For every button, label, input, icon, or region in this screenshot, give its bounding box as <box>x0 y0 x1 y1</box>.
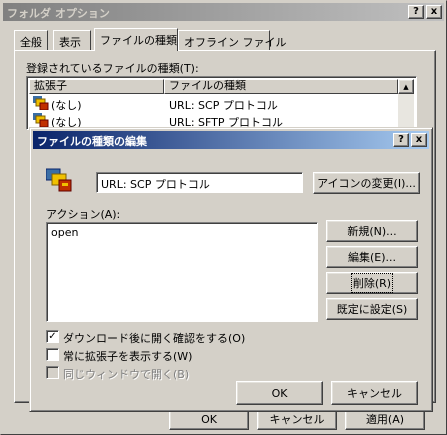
change-icon-button[interactable]: アイコンの変更(I)... <box>313 172 420 194</box>
dialog-help-glyph: ? <box>398 134 404 145</box>
edit-action-button[interactable]: 編集(E)... <box>326 246 418 268</box>
always-show-extension-checkbox[interactable] <box>46 348 59 361</box>
main-ok-label: OK <box>201 412 217 426</box>
actions-label: アクション(A): <box>46 208 121 221</box>
confirm-open-label[interactable]: ダウンロード後に開く確認をする(O) <box>63 330 245 346</box>
tab-general[interactable]: 全般 <box>14 30 48 50</box>
column-extension-label: 拡張子 <box>34 79 67 92</box>
column-header-extension[interactable]: 拡張子 <box>29 79 164 94</box>
tab-file-types[interactable]: ファイルの種類 <box>94 28 178 51</box>
edit-action-label: 編集(E)... <box>347 251 397 264</box>
registered-types-label: 登録されているファイルの種類(T): <box>26 62 199 75</box>
tab-view-label: 表示 <box>59 36 81 49</box>
file-types-list[interactable]: 拡張子 ファイルの種類 ▲ (なし) URL: SCP プロトコル (なし) U… <box>26 76 417 130</box>
main-title-text: フォルダ オプション <box>7 7 110 20</box>
dialog-ok-label: OK <box>271 386 288 400</box>
actions-list[interactable]: open <box>46 222 318 322</box>
dialog-title-text: ファイルの種類の編集 <box>37 135 147 148</box>
action-open: open <box>51 226 79 239</box>
main-close-glyph: x <box>430 6 438 17</box>
column-type-label: ファイルの種類 <box>169 79 246 92</box>
dialog-ok-button[interactable]: OK <box>236 381 323 405</box>
type-name-value: URL: SCP プロトコル <box>101 178 210 191</box>
tab-file-types-label: ファイルの種類 <box>100 34 177 47</box>
delete-action-button[interactable]: 削除(R) <box>326 272 418 294</box>
set-default-button[interactable]: 既定に設定(S) <box>326 298 418 320</box>
list-item[interactable]: open <box>50 226 314 239</box>
tab-offline-files[interactable]: オフライン ファイル <box>178 30 287 50</box>
dialog-close-button[interactable]: x <box>411 133 427 147</box>
dialog-cancel-label: キャンセル <box>347 387 402 400</box>
main-apply-label: 適用(A) <box>365 413 405 426</box>
main-cancel-label: キャンセル <box>269 413 325 426</box>
table-row[interactable]: (なし) URL: SCP プロトコル <box>29 95 398 112</box>
main-help-glyph: ? <box>413 6 419 17</box>
dialog-cancel-button[interactable]: キャンセル <box>331 381 418 405</box>
new-action-button[interactable]: 新規(N)... <box>326 220 418 242</box>
column-header-type[interactable]: ファイルの種類 <box>164 79 398 94</box>
same-window-label: 同じウィンドウで開く(B) <box>63 368 190 381</box>
dialog-help-button[interactable]: ? <box>393 133 409 147</box>
dialog-close-glyph: x <box>415 134 423 145</box>
delete-action-label: 削除(R) <box>350 273 394 293</box>
list-scrollbar[interactable]: ▲ <box>398 79 414 129</box>
dialog-title-bar[interactable]: ファイルの種類の編集 ? x <box>33 131 429 149</box>
same-window-checkbox <box>46 366 59 379</box>
confirm-open-checkbox[interactable]: ✓ <box>46 330 59 343</box>
always-show-extension-label[interactable]: 常に拡張子を表示する(W) <box>63 348 192 364</box>
file-type-icon <box>33 96 49 111</box>
edit-file-type-dialog: ファイルの種類の編集 ? x URL: SCP プロトコル アイコンの変更(I)… <box>29 127 433 412</box>
row-extension: (なし) <box>51 99 82 112</box>
tab-offline-files-label: オフライン ファイル <box>184 36 287 49</box>
type-name-field[interactable]: URL: SCP プロトコル <box>96 172 303 193</box>
row-type: URL: SCP プロトコル <box>169 99 278 112</box>
file-type-large-icon <box>45 168 74 192</box>
new-action-label: 新規(N)... <box>347 225 397 238</box>
main-close-button[interactable]: x <box>426 5 442 19</box>
tab-general-label: 全般 <box>20 36 42 49</box>
main-title-bar[interactable]: フォルダ オプション ? x <box>3 3 444 21</box>
table-row[interactable]: (なし) URL: SFTP プロトコル <box>29 112 398 129</box>
set-default-label: 既定に設定(S) <box>336 303 408 316</box>
main-help-button[interactable]: ? <box>408 5 424 19</box>
scroll-up-button[interactable]: ▲ <box>398 79 414 94</box>
tab-view[interactable]: 表示 <box>53 30 91 50</box>
file-type-icon <box>33 113 49 128</box>
change-icon-label: アイコンの変更(I)... <box>317 177 416 190</box>
